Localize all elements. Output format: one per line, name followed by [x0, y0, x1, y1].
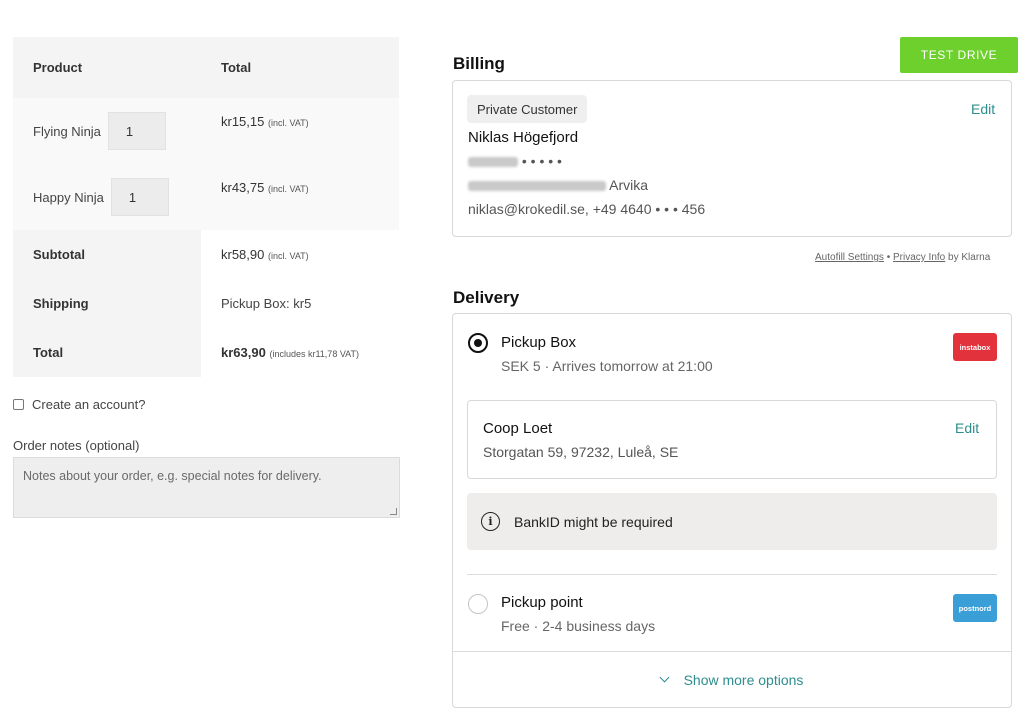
autofill-settings-link[interactable]: Autofill Settings — [815, 252, 884, 263]
pickup-box-subtitle: SEK 5 · Arrives tomorrow at 21:00 — [501, 358, 713, 374]
billing-address: Arvika — [468, 177, 648, 193]
order-notes-label: Order notes (optional) — [13, 438, 140, 453]
bankid-notice-text: BankID might be required — [514, 513, 673, 530]
billing-contact: niklas@krokedil.se, +49 4640 • • • 456 — [468, 201, 706, 217]
bankid-notice: i BankID might be required — [467, 493, 997, 550]
delivery-card: Pickup Box SEK 5 · Arrives tomorrow at 2… — [452, 313, 1012, 708]
billing-edit-link[interactable]: Edit — [971, 101, 995, 117]
table-row: Happy Ninja 1 kr43,75 (incl. VAT) — [13, 164, 399, 230]
billing-title: Billing — [453, 54, 505, 73]
shipping-row: Shipping Pickup Box: kr5 — [13, 279, 399, 328]
subtotal-row: Subtotal kr58,90 (incl. VAT) — [13, 230, 399, 279]
customer-type-tag: Private Customer — [467, 95, 588, 123]
store-edit-link[interactable]: Edit — [955, 420, 979, 436]
billing-name: Niklas Högefjord — [468, 129, 579, 146]
subtotal-value: kr58,90 (incl. VAT) — [221, 247, 309, 262]
product-name: Flying Ninja — [33, 123, 101, 139]
product-name: Happy Ninja — [33, 189, 104, 205]
delivery-title: Delivery — [453, 288, 520, 307]
store-address: Storgatan 59, 97232, Luleå, SE — [483, 444, 679, 460]
billing-phone: • • • • • — [468, 153, 562, 169]
pickup-box-radio[interactable] — [468, 333, 488, 353]
create-account-option[interactable]: Create an account? — [13, 397, 145, 412]
instabox-logo-icon: instabox — [953, 333, 997, 361]
pickup-point-subtitle: Free · 2-4 business days — [501, 618, 656, 634]
total-value: kr63,90 (includes kr11,78 VAT) — [221, 345, 359, 360]
postnord-logo-icon: postnord — [953, 594, 997, 622]
total-row: Total kr63,90 (includes kr11,78 VAT) — [13, 328, 399, 377]
order-table-header: Product Total — [13, 37, 399, 98]
create-account-label: Create an account? — [32, 397, 146, 412]
pickup-location-card: Coop Loet Storgatan 59, 97232, Luleå, SE… — [467, 400, 997, 479]
divider — [467, 574, 997, 575]
redacted-text — [468, 181, 606, 192]
test-drive-badge: TEST DRIVE — [900, 37, 1018, 73]
pickup-box-title[interactable]: Pickup Box — [501, 334, 576, 351]
shipping-label: Shipping — [13, 279, 201, 328]
chevron-down-icon — [659, 672, 670, 683]
subtotal-label: Subtotal — [13, 230, 201, 279]
quantity-input[interactable]: 1 — [110, 178, 169, 216]
shipping-value: Pickup Box: kr5 — [221, 296, 312, 311]
resize-handle-icon[interactable] — [390, 508, 397, 515]
klarna-legal-links: Autofill Settings • Privacy Info by Klar… — [815, 252, 991, 263]
order-notes-textarea[interactable]: Notes about your order, e.g. special not… — [13, 457, 400, 518]
show-more-options-button[interactable]: Show more options — [453, 651, 1011, 707]
table-row: Flying Ninja 1 kr15,15 (incl. VAT) — [13, 98, 399, 164]
redacted-text — [468, 157, 518, 168]
show-more-label: Show more options — [683, 671, 804, 688]
column-header-total: Total — [221, 60, 252, 75]
order-review-table: Product Total Flying Ninja 1 kr15,15 (in… — [13, 37, 399, 377]
column-header-product: Product — [33, 60, 83, 75]
total-label: Total — [13, 328, 201, 377]
pickup-point-radio[interactable] — [468, 594, 488, 614]
privacy-info-link[interactable]: Privacy Info — [893, 252, 945, 263]
info-icon: i — [481, 512, 500, 531]
order-notes-placeholder: Notes about your order, e.g. special not… — [23, 469, 322, 483]
create-account-checkbox[interactable] — [13, 399, 24, 410]
line-total: kr15,15 (incl. VAT) — [221, 114, 309, 129]
pickup-point-title[interactable]: Pickup point — [501, 594, 583, 611]
line-total: kr43,75 (incl. VAT) — [221, 180, 309, 195]
billing-card: Private Customer Edit Niklas Högefjord •… — [452, 80, 1012, 237]
quantity-input[interactable]: 1 — [107, 112, 166, 150]
store-name: Coop Loet — [483, 420, 553, 437]
